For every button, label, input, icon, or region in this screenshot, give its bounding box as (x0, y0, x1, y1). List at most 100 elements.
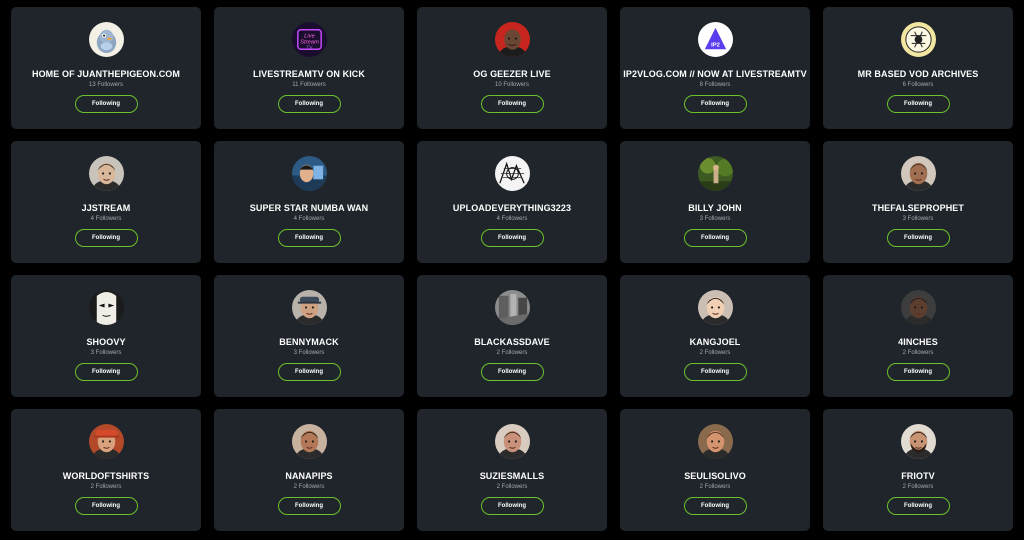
following-button[interactable]: Following (683, 95, 747, 113)
followed-channels-grid: HOME OF JUANTHEPIGEON.COM 13 Followers Fol… (11, 7, 1013, 531)
svg-text:IP2: IP2 (711, 42, 721, 48)
follower-count: 3 Followers (90, 350, 122, 356)
channel-name[interactable]: SHOOVY (86, 337, 125, 348)
avatar[interactable]: IP2 (697, 22, 733, 57)
channel-name[interactable]: WORLDOFTSHIRTS (63, 471, 149, 482)
following-button[interactable]: Following (886, 95, 950, 113)
follower-count: 2 Followers (90, 484, 122, 490)
channel-name[interactable]: JJSTREAM (82, 203, 131, 214)
channel-name[interactable]: IP2VLOG.COM // NOW AT LIVESTREAMTV (623, 69, 806, 80)
channel-name[interactable]: THEFALSEPROPHET (872, 203, 964, 214)
following-button[interactable]: Following (74, 229, 138, 247)
following-button[interactable]: Following (886, 229, 950, 247)
follower-count: 2 Followers (902, 350, 934, 356)
following-button[interactable]: Following (480, 497, 544, 515)
channel-card[interactable]: OG GEEZER LIVE 10 Followers Following (417, 7, 607, 129)
channel-name[interactable]: FRIOTV (901, 471, 935, 482)
following-button[interactable]: Following (74, 95, 138, 113)
channel-card[interactable]: SUZIESMALLS 2 Followers Following (417, 409, 607, 531)
channel-name[interactable]: NANAPIPS (285, 471, 332, 482)
channel-name[interactable]: BENNYMACK (279, 337, 338, 348)
following-button[interactable]: Following (886, 497, 950, 515)
follower-count: 13 Followers (88, 82, 123, 88)
avatar[interactable] (900, 22, 936, 57)
channel-card[interactable]: 4INCHES 2 Followers Following (823, 275, 1013, 397)
channel-card[interactable]: BENNYMACK 3 Followers Following (214, 275, 404, 397)
following-button[interactable]: Following (277, 229, 341, 247)
follower-count: 8 Followers (699, 82, 731, 88)
follower-count: 3 Followers (293, 350, 325, 356)
following-button[interactable]: Following (277, 363, 341, 381)
channel-card[interactable]: SUPER STAR NUMBA WAN 4 Followers Following (214, 141, 404, 263)
channel-name[interactable]: OG GEEZER LIVE (473, 69, 550, 80)
following-button[interactable]: Following (683, 229, 747, 247)
avatar[interactable] (494, 290, 530, 325)
avatar[interactable] (900, 424, 936, 459)
following-button[interactable]: Following (480, 229, 544, 247)
channel-card[interactable]: HOME OF JUANTHEPIGEON.COM 13 Followers Fol… (11, 7, 201, 129)
follower-count: 4 Followers (496, 216, 528, 222)
channel-name[interactable]: KANGJOEL (690, 337, 741, 348)
following-button[interactable]: Following (683, 497, 747, 515)
follower-count: 2 Followers (902, 484, 934, 490)
channel-name[interactable]: SUPER STAR NUMBA WAN (250, 203, 369, 214)
channel-card[interactable]: IP2 IP2VLOG.COM // NOW AT LIVESTREAMTV 8 F… (620, 7, 810, 129)
avatar[interactable] (697, 290, 733, 325)
follower-count: 6 Followers (902, 82, 934, 88)
avatar[interactable] (88, 22, 124, 57)
channel-name[interactable]: 4INCHES (898, 337, 938, 348)
channel-card[interactable]: WORLDOFTSHIRTS 2 Followers Following (11, 409, 201, 531)
channel-name[interactable]: SEULISOLIVO (684, 471, 746, 482)
avatar[interactable]: Live Stream TV (291, 22, 327, 57)
following-button[interactable]: Following (683, 363, 747, 381)
following-button[interactable]: Following (886, 363, 950, 381)
channel-card[interactable]: Live Stream TV LIVESTREAMTV ON KICK 11 Follo… (214, 7, 404, 129)
channel-name[interactable]: HOME OF JUANTHEPIGEON.COM (32, 69, 180, 80)
avatar[interactable] (697, 424, 733, 459)
channel-card[interactable]: JJSTREAM 4 Followers Following (11, 141, 201, 263)
follower-count: 3 Followers (699, 216, 731, 222)
avatar[interactable] (88, 290, 124, 325)
channel-name[interactable]: UPLOADEVERYTHING3223 (453, 203, 571, 214)
following-button[interactable]: Following (74, 363, 138, 381)
avatar[interactable] (494, 424, 530, 459)
channel-card[interactable]: NANAPIPS 2 Followers Following (214, 409, 404, 531)
avatar[interactable] (88, 156, 124, 191)
channel-card[interactable]: BILLY JOHN 3 Followers Following (620, 141, 810, 263)
follower-count: 4 Followers (90, 216, 122, 222)
channel-card[interactable]: BLACKASSDAVE 2 Followers Following (417, 275, 607, 397)
channel-name[interactable]: MR BASED VOD ARCHIVES (858, 69, 979, 80)
follower-count: 2 Followers (699, 350, 731, 356)
following-button[interactable]: Following (277, 95, 341, 113)
channel-card[interactable]: SHOOVY 3 Followers Following (11, 275, 201, 397)
svg-text:TV: TV (306, 44, 313, 50)
follower-count: 4 Followers (293, 216, 325, 222)
follower-count: 10 Followers (494, 82, 529, 88)
avatar[interactable] (291, 156, 327, 191)
avatar[interactable] (697, 156, 733, 191)
following-button[interactable]: Following (74, 497, 138, 515)
follower-count: 11 Followers (292, 82, 326, 88)
follower-count: 2 Followers (699, 484, 731, 490)
follower-count: 2 Followers (293, 484, 325, 490)
channel-name[interactable]: SUZIESMALLS (480, 471, 545, 482)
avatar[interactable] (291, 424, 327, 459)
avatar[interactable] (900, 290, 936, 325)
following-button[interactable]: Following (480, 95, 544, 113)
channel-name[interactable]: BILLY JOHN (688, 203, 742, 214)
avatar[interactable] (900, 156, 936, 191)
avatar[interactable] (291, 290, 327, 325)
channel-name[interactable]: LIVESTREAMTV ON KICK (253, 69, 365, 80)
channel-card[interactable]: THEFALSEPROPHET 3 Followers Following (823, 141, 1013, 263)
avatar[interactable] (494, 22, 530, 57)
channel-card[interactable]: MR BASED VOD ARCHIVES 6 Followers Followin… (823, 7, 1013, 129)
channel-card[interactable]: FRIOTV 2 Followers Following (823, 409, 1013, 531)
channel-card[interactable]: UPLOADEVERYTHING3223 4 Followers Following (417, 141, 607, 263)
avatar[interactable] (88, 424, 124, 459)
following-button[interactable]: Following (277, 497, 341, 515)
following-button[interactable]: Following (480, 363, 544, 381)
channel-card[interactable]: SEULISOLIVO 2 Followers Following (620, 409, 810, 531)
channel-name[interactable]: BLACKASSDAVE (474, 337, 550, 348)
channel-card[interactable]: KANGJOEL 2 Followers Following (620, 275, 810, 397)
avatar[interactable] (494, 156, 530, 191)
